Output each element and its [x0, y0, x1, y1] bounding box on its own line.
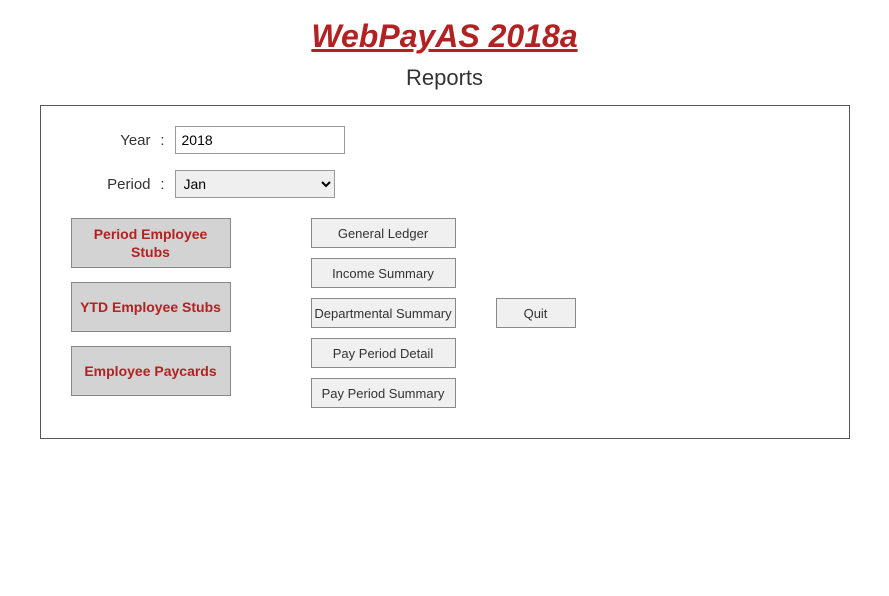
pay-period-summary-button[interactable]: Pay Period Summary	[311, 378, 456, 408]
year-label: Year	[71, 132, 151, 149]
app-title: WebPayAS 2018a	[311, 18, 577, 55]
period-colon: :	[151, 176, 175, 193]
period-label: Period	[71, 176, 151, 193]
year-colon: :	[151, 132, 175, 149]
ytd-employee-stubs-button[interactable]: YTD Employee Stubs	[71, 282, 231, 332]
period-select[interactable]: Jan Feb Mar Apr May Jun Jul Aug Sep Oct …	[175, 170, 335, 198]
departmental-summary-button[interactable]: Departmental Summary	[311, 298, 456, 328]
page-heading: Reports	[406, 65, 483, 91]
period-employee-stubs-button[interactable]: Period EmployeeStubs	[71, 218, 231, 268]
right-buttons-group: General Ledger Income Summary Department…	[311, 218, 456, 408]
pay-period-detail-button[interactable]: Pay Period Detail	[311, 338, 456, 368]
left-buttons-group: Period EmployeeStubs YTD Employee Stubs …	[71, 218, 251, 408]
main-panel: Year : Period : Jan Feb Mar Apr May Jun …	[40, 105, 850, 439]
year-row: Year :	[71, 126, 819, 154]
employee-paycards-button[interactable]: Employee Paycards	[71, 346, 231, 396]
year-input[interactable]	[175, 126, 345, 154]
right-section: General Ledger Income Summary Department…	[311, 218, 576, 408]
general-ledger-button[interactable]: General Ledger	[311, 218, 456, 248]
period-row: Period : Jan Feb Mar Apr May Jun Jul Aug…	[71, 170, 819, 198]
quit-button[interactable]: Quit	[496, 298, 576, 328]
buttons-section: Period EmployeeStubs YTD Employee Stubs …	[71, 218, 819, 408]
income-summary-button[interactable]: Income Summary	[311, 258, 456, 288]
